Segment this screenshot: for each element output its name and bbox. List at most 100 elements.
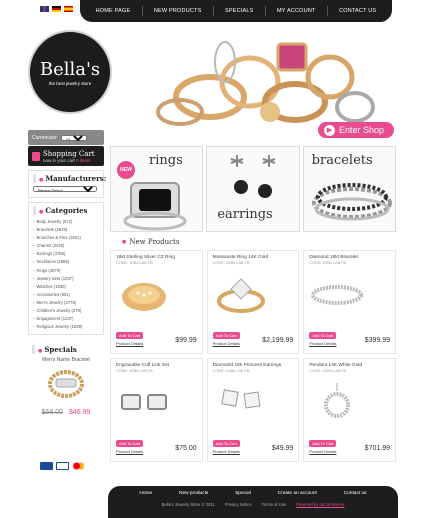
category-link[interactable]: Necklaces (2885) bbox=[33, 258, 99, 266]
shopping-bag-icon bbox=[32, 151, 40, 161]
specials-box: Specials Men's Name Bracelet $58.00 $46.… bbox=[28, 339, 104, 419]
diamond-ring-icon bbox=[216, 278, 265, 313]
category-link[interactable]: Charms (3440) bbox=[33, 242, 99, 250]
product-details-link[interactable]: Product Details bbox=[213, 341, 240, 346]
product-card[interactable]: Moissanite Ring 14K Gold CODE: 1DB6.LAB.… bbox=[206, 250, 300, 354]
banner-bracelets-label: bracelets bbox=[311, 153, 373, 168]
nav-my-account[interactable]: My account bbox=[277, 8, 316, 14]
category-link[interactable]: Bracelets (2629) bbox=[33, 226, 99, 234]
special-prices: $58.00 $46.99 bbox=[32, 409, 100, 416]
footer-link-special[interactable]: Special bbox=[235, 491, 251, 496]
uk-flag-icon[interactable] bbox=[40, 6, 49, 12]
powered-by-link[interactable]: Powered by osCommerce bbox=[296, 502, 344, 507]
product-card[interactable]: Engravable Cuff Link Set CODE: 1DB6.LAB.… bbox=[110, 358, 203, 462]
nav-divider bbox=[264, 6, 266, 16]
pearl-earrings-icon bbox=[231, 155, 276, 198]
product-code: CODE: 1DB6.LAB.FB bbox=[212, 261, 250, 265]
category-link[interactable]: Brooches & Pins (1831) bbox=[33, 234, 99, 242]
mastercard-icon bbox=[72, 462, 85, 470]
category-link[interactable]: Men's Jewelry (2779) bbox=[33, 299, 99, 307]
language-flags bbox=[40, 6, 73, 12]
footer-link-create-account[interactable]: Create an account bbox=[278, 491, 317, 496]
banner-earrings[interactable]: earrings bbox=[206, 146, 300, 232]
product-price: $2,199.99 bbox=[262, 337, 294, 344]
category-link[interactable]: Accessories (861) bbox=[33, 291, 99, 299]
product-price: $75.00 bbox=[175, 445, 197, 452]
product-code: CODE: 1DB6.LAB.FB bbox=[116, 369, 153, 373]
terms-link[interactable]: Terms of Use bbox=[262, 502, 287, 507]
currencies-select[interactable]: US Dollar bbox=[60, 134, 87, 141]
copyright-text: Bella's Jewelry Store © 2011 bbox=[161, 502, 215, 507]
footer-link-home[interactable]: Home bbox=[139, 491, 152, 496]
add-to-cart-button[interactable]: Add To Cart bbox=[116, 440, 144, 447]
special-product[interactable]: Men's Name Bracelet $58.00 $46.99 bbox=[32, 357, 100, 416]
chain-bracelet-icon bbox=[48, 370, 84, 399]
product-details-link[interactable]: Product Details bbox=[309, 449, 336, 454]
product-code: CODE: 1DB6.LAB.FB bbox=[309, 261, 347, 265]
category-link[interactable]: Engagement (1247) bbox=[33, 315, 99, 323]
manufacturers-select[interactable]: Please Select bbox=[33, 186, 97, 192]
logo-name: Bella's bbox=[39, 58, 101, 80]
bracelets-icon bbox=[311, 183, 392, 221]
add-to-cart-button[interactable]: Add To Cart bbox=[212, 440, 240, 447]
add-to-cart-button[interactable]: Add To Cart bbox=[212, 332, 240, 339]
category-link[interactable]: Earrings (3756) bbox=[33, 250, 99, 258]
nav-contact-us[interactable]: Contact us bbox=[339, 8, 376, 14]
product-code: CODE: 1DB6.LAB.FB bbox=[212, 369, 250, 373]
product-details-link[interactable]: Product Details bbox=[213, 449, 240, 454]
logo-tagline: the best jewelry store bbox=[48, 80, 92, 86]
shopping-cart-panel[interactable]: Shopping Cart now in your cart 0 items bbox=[28, 146, 104, 166]
category-link[interactable]: Rings (4879) bbox=[33, 267, 99, 275]
store-logo[interactable]: Bella's the best jewelry store bbox=[28, 30, 112, 114]
product-details-link[interactable]: Product Details bbox=[116, 449, 143, 454]
footer-links: Home New products Special Create an acco… bbox=[108, 491, 398, 496]
product-code: CODE: 1DB6.LAB.FB bbox=[309, 369, 347, 373]
spain-flag-icon[interactable] bbox=[64, 6, 73, 12]
product-card[interactable]: 18kt Sterling Silver CZ Ring CODE: 1DB6.… bbox=[110, 250, 203, 354]
category-link[interactable]: Jewelry Sets (1037) bbox=[33, 275, 99, 283]
product-code: CODE: 1DB6.LAB.FB bbox=[116, 261, 153, 265]
product-name[interactable]: 18kt Sterling Silver CZ Ring bbox=[116, 255, 197, 260]
banner-bracelets[interactable]: bracelets bbox=[302, 146, 396, 232]
product-card[interactable]: Diamonfd 18k Princess Earrings CODE: 1DB… bbox=[206, 358, 300, 462]
category-link[interactable]: Religious Jewelry (1539) bbox=[33, 323, 99, 331]
nav-new-products[interactable]: New products bbox=[154, 8, 202, 14]
category-link[interactable]: Body Jewelry (674) bbox=[33, 218, 99, 226]
nav-home[interactable]: Home page bbox=[96, 8, 131, 14]
product-name[interactable]: Diamond 18kt Bracelet bbox=[309, 255, 390, 260]
add-to-cart-button[interactable]: Add To Cart bbox=[309, 440, 337, 447]
banner-rings[interactable]: NEW rings bbox=[110, 146, 204, 232]
category-link[interactable]: Watches (1940) bbox=[33, 283, 99, 291]
nav-specials[interactable]: Specials bbox=[225, 8, 254, 14]
footer-link-contact-us[interactable]: Contact us bbox=[344, 491, 367, 496]
nav-divider bbox=[141, 6, 143, 16]
product-name[interactable]: Moissanite Ring 14K Gold bbox=[213, 255, 294, 260]
earrings-icon bbox=[220, 389, 261, 409]
cart-subtitle: now in your cart 0 items bbox=[43, 157, 91, 163]
product-name[interactable]: Engravable Cuff Link Set bbox=[116, 363, 197, 368]
add-to-cart-button[interactable]: Add To Cart bbox=[116, 332, 144, 339]
enter-shop-button[interactable]: ▶ Enter Shop bbox=[318, 122, 394, 138]
banner-rings-label: rings bbox=[149, 153, 183, 168]
product-details-link[interactable]: Product Details bbox=[116, 341, 143, 346]
product-name[interactable]: Pendant 14K White Gold bbox=[309, 363, 390, 368]
category-link[interactable]: Children's Jewelry (279) bbox=[33, 307, 99, 315]
nav-divider bbox=[326, 6, 328, 16]
germany-flag-icon[interactable] bbox=[52, 6, 61, 12]
add-to-cart-button[interactable]: Add To Cart bbox=[309, 332, 337, 339]
payment-methods bbox=[40, 462, 85, 470]
product-card[interactable]: Diamond 18kt Bracelet CODE: 1DB6.LAB.FB … bbox=[303, 250, 396, 354]
footer-link-new-products[interactable]: New products bbox=[179, 491, 208, 496]
product-card[interactable]: Pendant 14K White Gold CODE: 1DB6.LAB.FB… bbox=[303, 358, 396, 462]
manufacturers-title: Manufacturers: bbox=[33, 174, 106, 183]
product-name[interactable]: Diamonfd 18k Princess Earrings bbox=[213, 363, 294, 368]
nav-divider bbox=[212, 6, 214, 16]
product-details-link[interactable]: Product Details bbox=[309, 341, 336, 346]
special-product-name: Men's Name Bracelet bbox=[42, 357, 90, 364]
product-price: $701.99 bbox=[364, 445, 390, 452]
categories-list: Body Jewelry (674) Bracelets (2629) Broo… bbox=[33, 218, 99, 331]
paypal-icon bbox=[40, 462, 53, 470]
categories-box: Categories Body Jewelry (674) Bracelets … bbox=[28, 202, 104, 336]
product-price: $399.99 bbox=[364, 337, 390, 344]
privacy-link[interactable]: Privacy Notice bbox=[225, 502, 252, 507]
